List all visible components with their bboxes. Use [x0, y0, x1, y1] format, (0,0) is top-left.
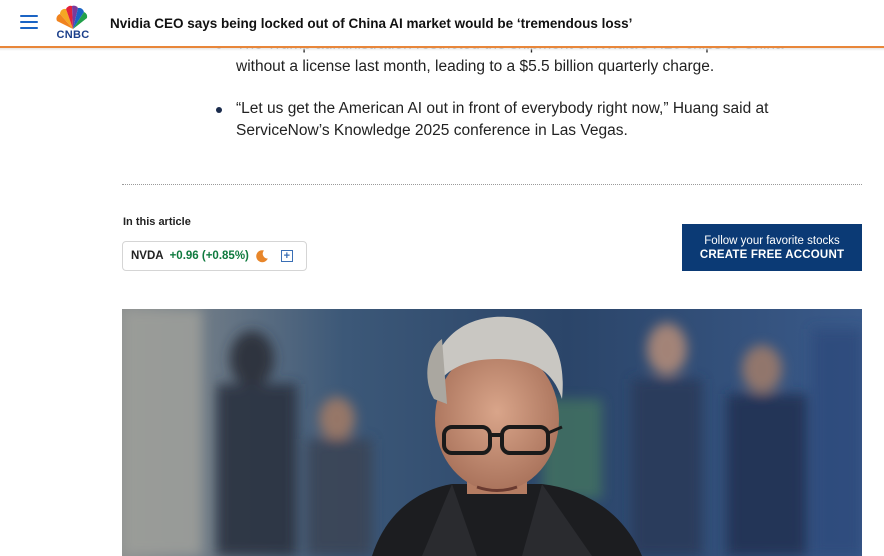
- site-header: CNBC Nvidia CEO says being locked out of…: [0, 0, 884, 48]
- in-this-article-label: In this article: [123, 216, 191, 228]
- stock-ticker[interactable]: NVDA: [131, 250, 164, 262]
- peacock-icon: [56, 5, 88, 29]
- stock-change: +0.96 (+0.85%): [169, 250, 249, 262]
- brand-name: CNBC: [56, 29, 90, 41]
- article-key-points: The Trump administration restricted the …: [216, 34, 836, 162]
- article-headline: Nvidia CEO says being locked out of Chin…: [110, 16, 633, 31]
- cta-title: CREATE FREE ACCOUNT: [699, 249, 845, 261]
- header-shadow: [0, 48, 884, 51]
- key-point-text: “Let us get the American AI out in front…: [236, 100, 769, 139]
- section-divider: [122, 184, 862, 185]
- cta-subtitle: Follow your favorite stocks: [704, 235, 840, 247]
- stock-quote-chip[interactable]: NVDA +0.96 (+0.85%) +: [122, 241, 307, 271]
- bullet-dot-icon: [216, 107, 222, 113]
- hamburger-menu-icon[interactable]: [20, 15, 38, 30]
- create-free-account-button[interactable]: Follow your favorite stocks CREATE FREE …: [682, 224, 862, 271]
- add-to-watchlist-icon[interactable]: +: [280, 250, 293, 262]
- key-point-item: “Let us get the American AI out in front…: [216, 98, 836, 142]
- cnbc-logo[interactable]: CNBC: [52, 5, 94, 41]
- after-hours-moon-icon: [255, 249, 269, 263]
- article-hero-image: [122, 309, 862, 556]
